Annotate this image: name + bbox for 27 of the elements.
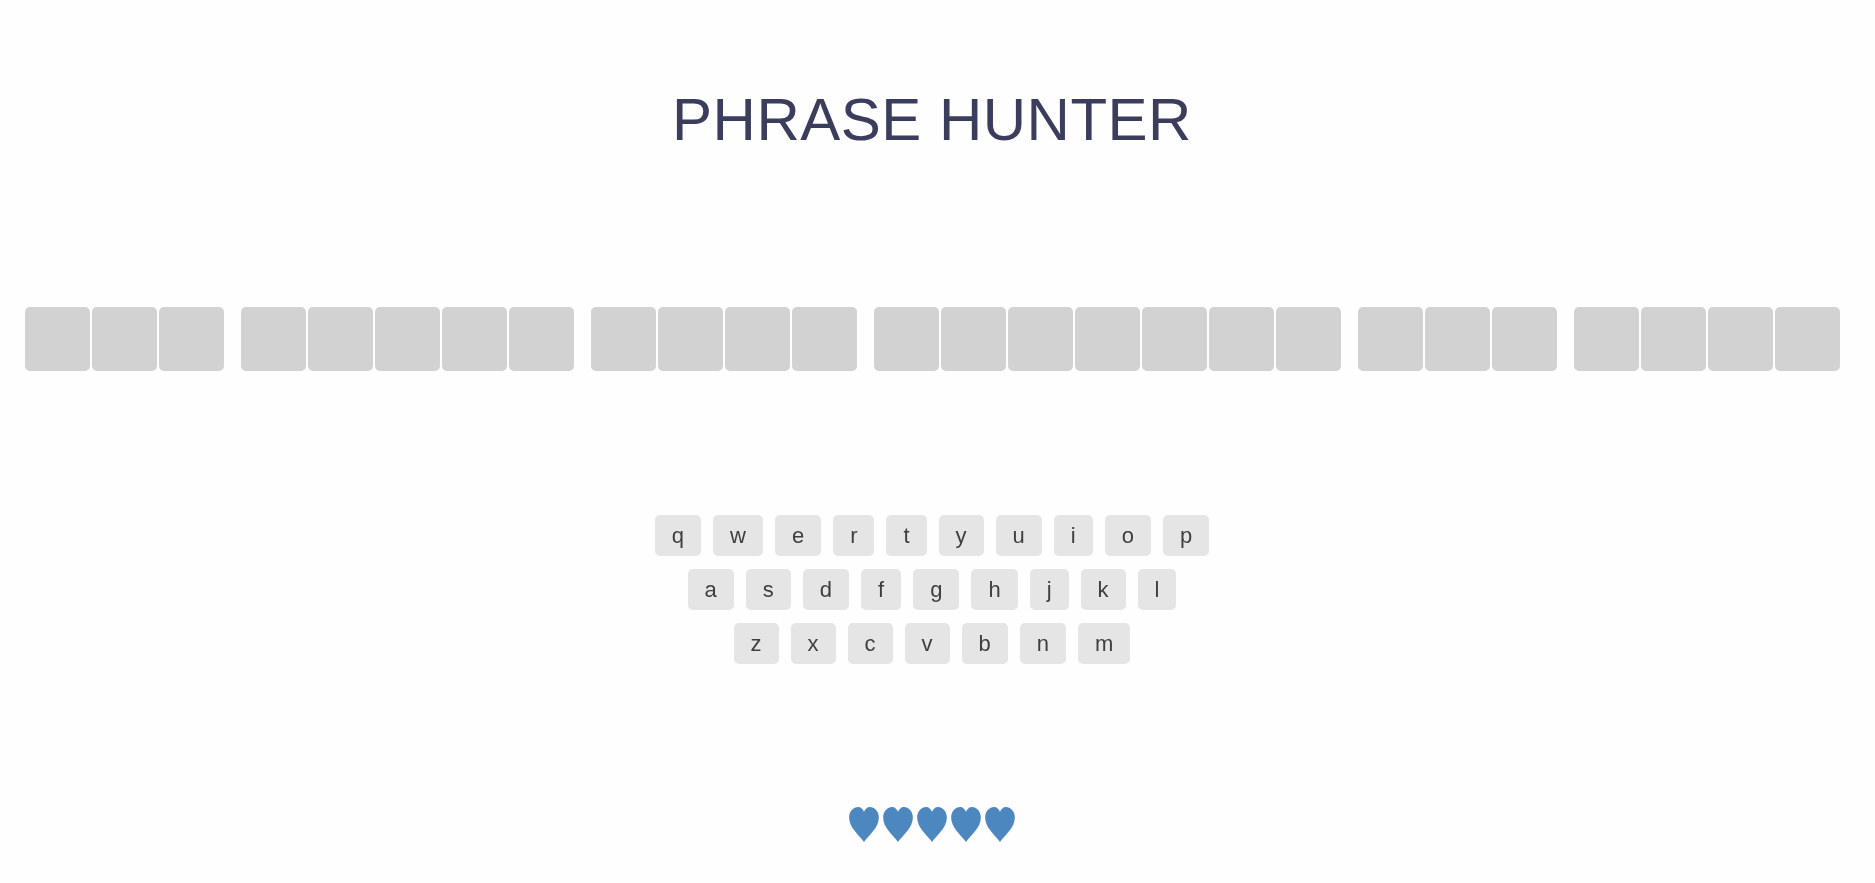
letter-key[interactable]: n bbox=[1019, 623, 1067, 664]
letter-key[interactable]: w bbox=[713, 515, 763, 556]
letter-key[interactable]: z bbox=[733, 623, 779, 664]
letter-key[interactable]: s bbox=[745, 569, 791, 610]
letter-key[interactable]: o bbox=[1104, 515, 1151, 556]
letter-key[interactable]: l bbox=[1137, 569, 1177, 610]
letter-key[interactable]: x bbox=[790, 623, 836, 664]
game-title: PHRASE HUNTER bbox=[672, 85, 1192, 155]
letter-key[interactable]: v bbox=[904, 623, 950, 664]
letter-key[interactable]: j bbox=[1029, 569, 1069, 610]
letter-key[interactable]: m bbox=[1078, 623, 1131, 664]
letter-key[interactable]: q bbox=[654, 515, 701, 556]
letter-key[interactable]: e bbox=[774, 515, 822, 556]
letter-key[interactable]: c bbox=[847, 623, 893, 664]
letter-key[interactable]: g bbox=[913, 569, 960, 610]
letter-key[interactable]: p bbox=[1163, 515, 1210, 556]
letter-key[interactable]: k bbox=[1080, 569, 1126, 610]
letter-key[interactable]: f bbox=[861, 569, 902, 610]
letter-key[interactable]: u bbox=[995, 515, 1042, 556]
letter-key[interactable]: t bbox=[886, 515, 927, 556]
letter-key[interactable]: b bbox=[961, 623, 1008, 664]
letter-key[interactable]: i bbox=[1053, 515, 1093, 556]
letter-key[interactable]: d bbox=[802, 569, 850, 610]
letter-key[interactable]: a bbox=[687, 569, 734, 610]
letter-key[interactable]: h bbox=[971, 569, 1018, 610]
letter-key[interactable]: r bbox=[833, 515, 875, 556]
letter-key[interactable]: y bbox=[938, 515, 984, 556]
